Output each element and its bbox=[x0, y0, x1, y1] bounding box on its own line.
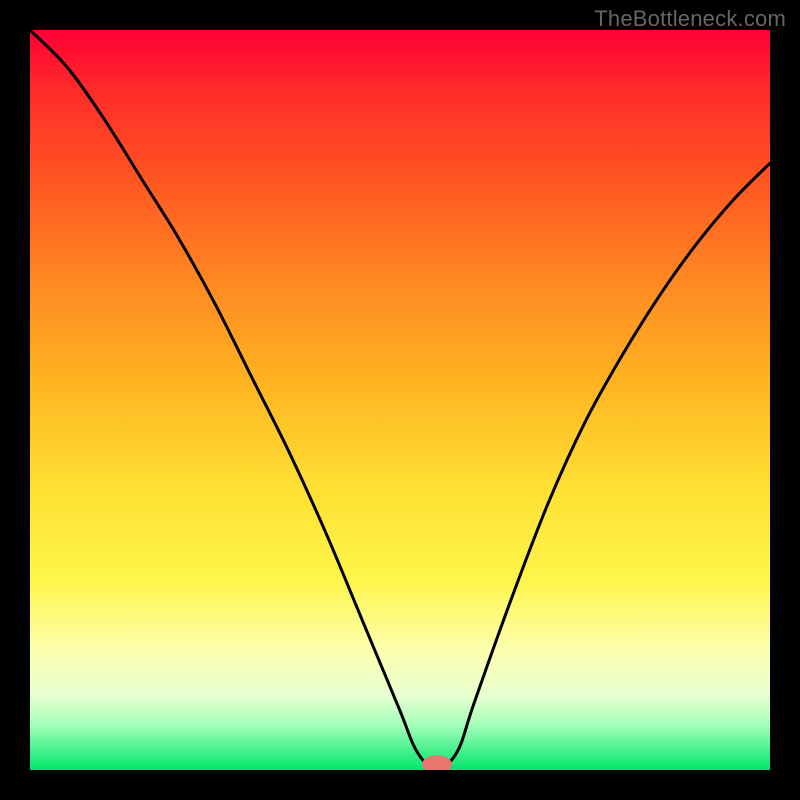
bottleneck-curve-svg bbox=[30, 30, 770, 770]
chart-frame: TheBottleneck.com bbox=[0, 0, 800, 800]
bottleneck-curve-path bbox=[30, 30, 770, 769]
minimum-marker bbox=[422, 755, 452, 770]
watermark-text: TheBottleneck.com bbox=[594, 6, 786, 32]
plot-area bbox=[30, 30, 770, 770]
